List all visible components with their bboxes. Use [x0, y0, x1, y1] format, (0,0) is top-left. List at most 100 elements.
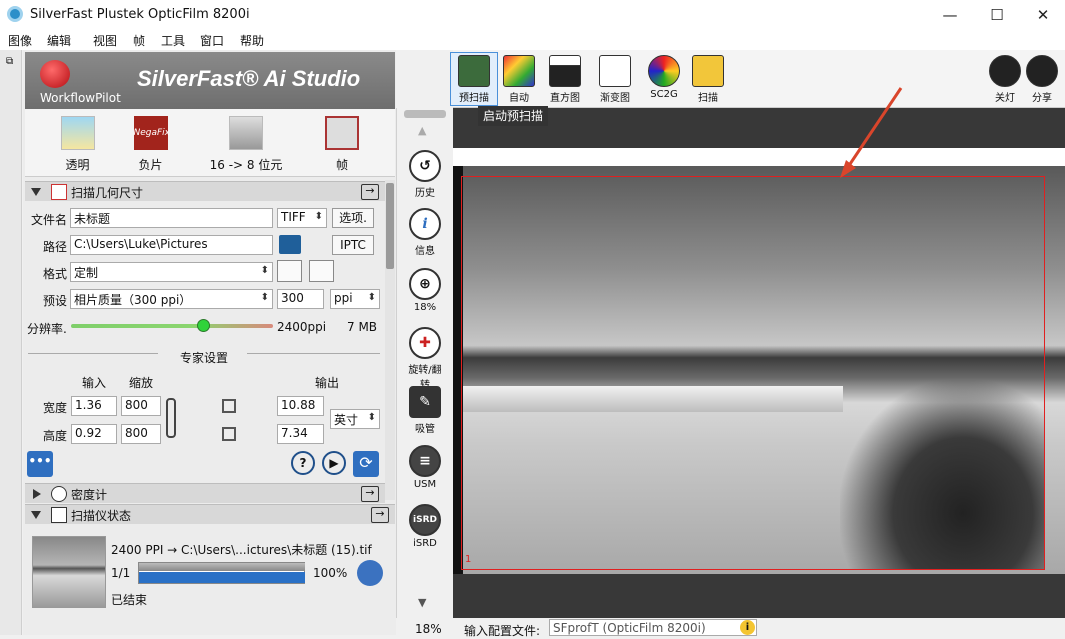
close-button[interactable]: ✕ [1020, 0, 1065, 30]
menu-bar [0, 30, 1065, 50]
menu-frame[interactable]: 帧 [133, 32, 145, 49]
menu-help[interactable]: 帮助 [240, 32, 264, 49]
maximize-button[interactable]: ☐ [974, 0, 1020, 30]
mode-label: 负片 [138, 158, 163, 172]
menu-image[interactable]: 图像 [8, 32, 32, 49]
tool-rotate-flip[interactable]: ✚旋转/翻转 [404, 327, 446, 391]
input-col-header: 输入 [82, 376, 107, 390]
tool-label: iSRD [413, 538, 437, 549]
tool-label: 吸管 [415, 424, 435, 435]
sc2g-button[interactable]: SC2G [641, 52, 687, 100]
landscape-icon[interactable] [309, 260, 334, 282]
expand-out-icon[interactable]: → [371, 507, 389, 523]
crosshair-icon [51, 486, 67, 502]
menu-view[interactable]: 视图 [93, 32, 117, 49]
collapse-icon[interactable] [31, 511, 41, 519]
mode-transparent[interactable]: 透明 [55, 112, 100, 173]
width-output-input[interactable]: 10.88 [277, 396, 324, 416]
profile-value[interactable]: SFprofT (OpticFilm 8200i) [549, 619, 757, 636]
menu-window[interactable]: 窗口 [200, 32, 224, 49]
unit-select[interactable]: 英寸 [330, 409, 380, 429]
scan-button[interactable]: 扫描 [685, 52, 731, 104]
format-select[interactable]: 定制 [70, 262, 273, 282]
document-icon[interactable] [357, 560, 383, 586]
preset-label: 预设 [43, 294, 68, 308]
geometry-icon [51, 184, 67, 200]
lock-icon[interactable] [222, 427, 236, 441]
toolbar-label: 分享 [1032, 93, 1052, 104]
share-button[interactable]: 分享 [1022, 52, 1062, 104]
lock-icon[interactable] [222, 399, 236, 413]
collapse-icon[interactable] [31, 188, 41, 196]
scan-geometry-header[interactable]: 扫描几何尺寸 → [25, 181, 385, 201]
pin-icon[interactable]: ⧉ [6, 56, 13, 67]
sc2g-icon [648, 55, 680, 87]
histogram-button[interactable]: 直方图 [542, 52, 588, 104]
gradation-icon [599, 55, 631, 87]
prescan-button[interactable]: 预扫描 [451, 52, 497, 104]
help-icon[interactable]: ? [291, 451, 315, 475]
refresh-icon[interactable]: ⟳ [353, 451, 379, 477]
frame-tools-icon [325, 116, 359, 150]
path-input[interactable]: C:\Users\Luke\Pictures [70, 235, 273, 255]
width-label: 宽度 [43, 401, 68, 415]
mode-negative[interactable]: NegaFix 负片 [128, 112, 173, 173]
filename-label: 文件名 [31, 213, 68, 227]
mode-bitdepth[interactable]: 16 -> 8 位元 [204, 112, 288, 173]
width-scale-input[interactable]: 800 [121, 396, 161, 416]
resolution-slider-knob[interactable] [197, 319, 210, 332]
height-output-input[interactable]: 7.34 [277, 424, 324, 444]
tool-isrd[interactable]: iSRD iSRD [404, 504, 446, 549]
workflowpilot-logo-icon[interactable] [40, 60, 70, 88]
ppi-unit-select[interactable]: ppi [330, 289, 380, 309]
expand-out-icon[interactable]: → [361, 184, 379, 200]
file-format-select[interactable]: TIFF [277, 208, 327, 228]
scroll-up-icon[interactable]: ▲ [418, 124, 426, 137]
chain-link-icon[interactable] [166, 398, 176, 438]
warning-icon[interactable]: i [740, 620, 755, 635]
expand-icon[interactable] [33, 489, 41, 499]
height-input[interactable]: 0.92 [71, 424, 117, 444]
menu-tools[interactable]: 工具 [161, 32, 185, 49]
width-input[interactable]: 1.36 [71, 396, 117, 416]
more-options-button[interactable]: ••• [27, 451, 53, 477]
height-scale-input[interactable]: 800 [121, 424, 161, 444]
scan-thumbnail [32, 536, 106, 608]
frame-number: 1 [465, 554, 472, 565]
divider [28, 353, 158, 354]
iptc-button[interactable]: IPTC [332, 235, 374, 255]
toolbar-label: SC2G [650, 89, 678, 100]
expand-out-icon[interactable]: → [361, 486, 379, 502]
tool-eyedropper[interactable]: ✎ 吸管 [404, 386, 446, 435]
workflowpilot-label: WorkflowPilot [40, 91, 121, 105]
output-col-header: 输出 [315, 376, 340, 390]
tool-history[interactable]: ↺ 历史 [404, 150, 446, 199]
info-icon: i [409, 208, 441, 240]
status-zoom: 18% [415, 622, 442, 636]
options-button[interactable]: 选项. [332, 208, 374, 228]
tool-zoom[interactable]: ⊕ 18% [404, 268, 446, 313]
portrait-icon[interactable] [277, 260, 302, 282]
filename-input[interactable]: 未标题 [70, 208, 273, 228]
preset-select[interactable]: 相片质量（300 ppi） [70, 289, 273, 309]
gradation-button[interactable]: 渐变图 [592, 52, 638, 104]
play-icon[interactable]: ▶ [322, 451, 346, 475]
folder-icon[interactable] [279, 235, 301, 254]
minimize-button[interactable]: — [927, 0, 973, 30]
scan-frame[interactable] [461, 176, 1045, 570]
scanner-status-header[interactable]: 扫描仪状态 → [25, 504, 395, 524]
panel-scrollbar-thumb[interactable] [386, 183, 394, 269]
mode-frame[interactable]: 帧 [322, 112, 362, 173]
auto-button[interactable]: 自动 [496, 52, 542, 104]
resolution-slider[interactable] [71, 324, 273, 328]
tool-usm[interactable]: ≡ USM [404, 445, 446, 490]
scroll-down-icon[interactable]: ▼ [418, 596, 426, 609]
ppi-input[interactable]: 300 [277, 289, 324, 309]
densitometer-header[interactable]: 密度计 → [25, 483, 385, 503]
menu-edit[interactable]: 编辑 [47, 32, 71, 49]
profile-label: 输入配置文件: [464, 624, 541, 638]
progress-bar-fill [139, 572, 305, 583]
tool-info[interactable]: i 信息 [404, 208, 446, 257]
drag-handle[interactable] [404, 110, 446, 118]
toolbar-label: 直方图 [550, 93, 580, 104]
